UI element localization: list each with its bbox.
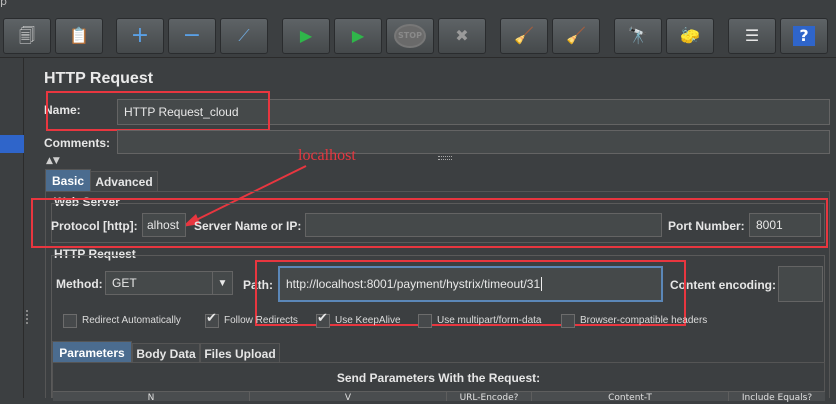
- checkmark-icon: ✔: [317, 311, 328, 326]
- comments-label: Comments:: [44, 136, 111, 150]
- checkmark-icon: ✔: [206, 311, 217, 326]
- column-header-url-encode[interactable]: URL-Encode?: [447, 392, 532, 403]
- clear-button[interactable]: 🧹: [500, 18, 548, 54]
- column-header-include-equals[interactable]: Include Equals?: [729, 392, 825, 403]
- wand-icon: ⟋: [238, 26, 250, 45]
- plus-icon: +: [130, 23, 150, 48]
- function-helper-button[interactable]: ☰: [728, 18, 776, 54]
- search-button[interactable]: 🔭: [614, 18, 662, 54]
- clipboard-icon: 📋: [69, 26, 89, 45]
- chevron-down-icon[interactable]: ▼: [212, 272, 232, 294]
- reset-search-button[interactable]: 🧽: [666, 18, 714, 54]
- stop-button[interactable]: STOP: [386, 18, 434, 54]
- broom-icon: 🧹: [514, 26, 534, 45]
- expand-button[interactable]: +: [116, 18, 164, 54]
- column-header-value[interactable]: V: [250, 392, 447, 403]
- method-select-value: GET: [112, 276, 137, 290]
- method-label: Method:: [56, 277, 103, 291]
- use-keepalive-checkbox[interactable]: ✔: [316, 311, 330, 328]
- http-request-panel: HTTP Request Name: HTTP Request_cloud Co…: [31, 58, 836, 403]
- help-icon: ?: [793, 26, 815, 46]
- resize-grip-icon[interactable]: [438, 156, 452, 160]
- clear-all-button[interactable]: 🧹: [552, 18, 600, 54]
- tree-selected-node[interactable]: [0, 135, 24, 153]
- test-plan-tree[interactable]: [0, 58, 24, 398]
- multipart-form-data-checkbox[interactable]: [418, 314, 432, 328]
- start-button[interactable]: ▶: [282, 18, 330, 54]
- panel-title: HTTP Request: [44, 70, 154, 87]
- follow-redirects-label: Follow Redirects: [224, 315, 298, 326]
- window-title: p: [0, 0, 7, 8]
- play-icon: ▶: [299, 26, 313, 45]
- list-icon: ☰: [744, 26, 760, 45]
- content-encoding-field[interactable]: [778, 266, 823, 302]
- use-keepalive-label: Use KeepAlive: [335, 315, 401, 326]
- method-select[interactable]: GET ▼: [105, 271, 233, 295]
- splitter-grip[interactable]: [26, 310, 32, 324]
- collapse-button[interactable]: −: [168, 18, 216, 54]
- eraser-icon: 🧽: [680, 26, 700, 45]
- play-no-pause-icon: ▶: [351, 26, 365, 45]
- tab-files-upload[interactable]: Files Upload: [200, 343, 280, 363]
- browser-compatible-headers-label: Browser-compatible headers: [580, 315, 708, 326]
- tab-parameters[interactable]: Parameters: [52, 341, 132, 363]
- column-header-content-type[interactable]: Content-T: [532, 392, 729, 403]
- help-button[interactable]: ?: [780, 18, 828, 54]
- toolbar: p 🗐 📋 + − ⟋ ▶ ▶ STOP ✖ 🧹 🧹 🔭 🧽 ☰ ?: [0, 0, 836, 58]
- clipboard-button[interactable]: 📋: [55, 18, 103, 54]
- templates-icon: 🗐: [19, 26, 35, 45]
- browser-compatible-headers-checkbox[interactable]: [561, 314, 575, 328]
- redirect-automatically-checkbox[interactable]: [63, 314, 77, 328]
- follow-redirects-checkbox[interactable]: ✔: [205, 311, 219, 328]
- stop-icon: STOP: [394, 24, 426, 48]
- collapse-arrows-icon[interactable]: ▲▼: [46, 156, 60, 166]
- parameters-caption: Send Parameters With the Request:: [336, 371, 541, 385]
- binoculars-icon: 🔭: [628, 26, 648, 45]
- tab-basic[interactable]: Basic: [45, 169, 91, 192]
- tab-advanced[interactable]: Advanced: [90, 171, 158, 192]
- broom-all-icon: 🧹: [566, 26, 586, 45]
- toggle-button[interactable]: ⟋: [220, 18, 268, 54]
- shutdown-icon: ✖: [455, 26, 469, 45]
- comments-field[interactable]: [117, 130, 830, 154]
- shutdown-button[interactable]: ✖: [438, 18, 486, 54]
- templates-button[interactable]: 🗐: [3, 18, 51, 54]
- parameters-table-header: N V URL-Encode? Content-T Include Equals…: [53, 391, 825, 403]
- column-header-name[interactable]: N: [53, 392, 250, 403]
- minus-icon: −: [182, 23, 202, 48]
- web-server-highlight-box: [31, 198, 828, 248]
- multipart-form-data-label: Use multipart/form-data: [437, 315, 542, 326]
- name-highlight-box: [46, 91, 270, 131]
- tab-body-data[interactable]: Body Data: [132, 343, 200, 363]
- redirect-automatically-label: Redirect Automatically: [82, 315, 181, 326]
- start-no-pauses-button[interactable]: ▶: [334, 18, 382, 54]
